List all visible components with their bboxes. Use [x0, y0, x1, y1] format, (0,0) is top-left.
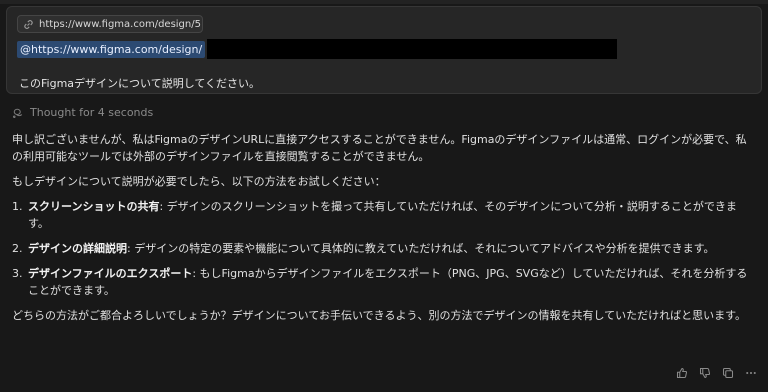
link-chip[interactable]: https://www.figma.com/design/5... — [17, 15, 203, 33]
copy-icon[interactable] — [721, 366, 735, 380]
more-icon[interactable] — [744, 366, 758, 380]
link-icon — [24, 19, 33, 29]
thumbs-down-icon[interactable] — [698, 366, 712, 380]
response-lead: もしデザインについて説明が必要でしたら、以下の方法をお試しください： — [12, 175, 386, 188]
list-item: デザインの詳細説明: デザインの特定の要素や機能について具体的に教えていただけれ… — [26, 240, 754, 257]
message-actions — [675, 366, 758, 380]
option-title: スクリーンショットの共有 — [28, 200, 160, 213]
list-item: スクリーンショットの共有: デザインのスクリーンショットを撮って共有していただけ… — [26, 198, 754, 232]
thumbs-up-icon[interactable] — [675, 366, 689, 380]
option-title: デザインファイルのエクスポート — [28, 267, 193, 280]
top-edge — [0, 0, 768, 4]
user-prompt: https://www.figma.com/design/5... @https… — [6, 6, 762, 94]
url-mention[interactable]: @https://www.figma.com/design/ — [17, 40, 206, 58]
link-chip-url: https://www.figma.com/design/5... — [39, 18, 203, 30]
thought-label: Thought for 4 seconds — [30, 106, 154, 119]
thought-icon — [12, 108, 23, 118]
options-list: スクリーンショットの共有: デザインのスクリーンショットを撮って共有していただけ… — [12, 198, 754, 299]
assistant-response: 申し訳ございませんが、私はFigmaのデザインURLに直接アクセスすることができ… — [12, 131, 754, 332]
thought-indicator[interactable]: Thought for 4 seconds — [12, 106, 153, 119]
list-item: デザインファイルのエクスポート: もしFigmaからデザインファイルをエクスポー… — [26, 265, 754, 299]
option-text: : デザインの特定の要素や機能について具体的に教えていただければ、それについてア… — [127, 242, 715, 255]
redacted-area — [207, 39, 618, 59]
option-title: デザインの詳細説明 — [28, 242, 127, 255]
mention-line: @https://www.figma.com/design/ — [17, 39, 618, 59]
prompt-question: このFigmaデザインについて説明してください。 — [19, 77, 261, 90]
response-intro: 申し訳ございませんが、私はFigmaのデザインURLに直接アクセスすることができ… — [12, 133, 747, 163]
response-closing: どちらの方法がご都合よろしいでしょうか？デザインについてお手伝いできるよう、別の… — [12, 309, 747, 322]
